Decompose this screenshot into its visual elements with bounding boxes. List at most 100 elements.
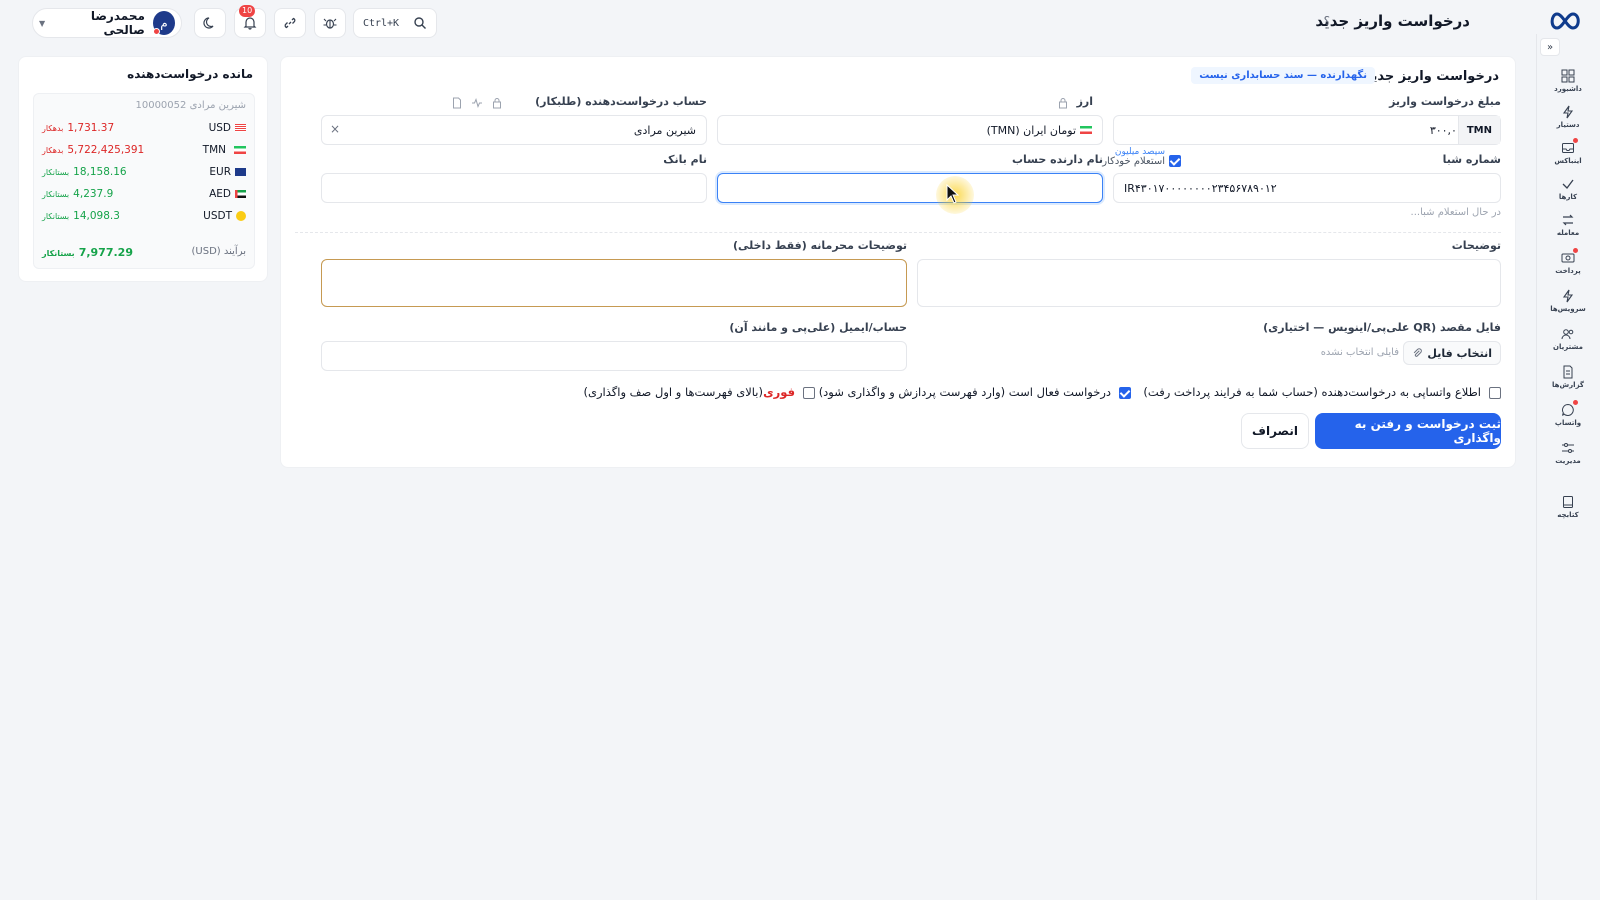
sidebar-item-tasks[interactable]: کارها xyxy=(1546,172,1590,206)
iban-label: شماره شبا xyxy=(1442,153,1501,166)
avatar: م xyxy=(152,11,175,35)
divider xyxy=(295,232,1501,233)
link-icon xyxy=(284,17,296,29)
bolt-icon xyxy=(1562,105,1574,119)
payment-icon xyxy=(1561,253,1575,263)
iban-input[interactable]: IR۴۳۰۱۷۰۰۰۰۰۰۰۰۲۳۴۵۶۷۸۹۰۱۲ xyxy=(1113,173,1501,203)
account-select[interactable]: شیرین مرادی × xyxy=(321,115,707,145)
alipay-label: حساب/ایمیل (علی‌پی و مانند آن) xyxy=(729,321,907,334)
active-request-checkbox[interactable] xyxy=(1119,387,1131,399)
notification-count: 10 xyxy=(239,5,256,17)
description-label: توضیحات xyxy=(1451,239,1501,252)
cancel-button[interactable]: انصراف xyxy=(1241,413,1309,449)
moon-icon xyxy=(203,17,214,29)
bolt-icon xyxy=(1562,289,1574,303)
balance-list: شیرین مرادی 10000052 USD 1,731.37 بدهکار … xyxy=(33,93,255,269)
submit-button[interactable]: ثبت درخواست و رفتن به واگذاری xyxy=(1315,413,1501,449)
urgent-label: فوری xyxy=(763,385,795,399)
balance-row: EUR 18,158.16 بستانکار xyxy=(42,164,246,182)
whatsapp-notify-label: اطلاع واتساپی به درخواست‌دهنده (حساب شما… xyxy=(1143,385,1481,399)
balance-row: TMN 5,722,425,391 بدهکار xyxy=(42,142,246,160)
whatsapp-notify-checkbox[interactable] xyxy=(1489,387,1501,399)
file-label: فایل مقصد (QR علی‌پی/اینویس — اختیاری) xyxy=(1263,321,1501,334)
coin-icon xyxy=(236,211,246,221)
mouse-cursor xyxy=(936,176,974,214)
check-icon xyxy=(1562,179,1574,189)
sidebar-item-admin[interactable]: مدیریت xyxy=(1546,436,1590,470)
user-menu[interactable]: م محمدرضا صالحی ▼ xyxy=(32,8,182,38)
clear-icon[interactable]: × xyxy=(330,122,340,136)
pointer-icon xyxy=(946,184,960,204)
account-label: حساب درخواست‌دهنده (طلبکار) xyxy=(535,95,707,108)
auto-inquiry-label: استعلام خودکار xyxy=(1102,156,1165,167)
holder-label: نام دارنده حساب xyxy=(1011,153,1103,166)
amount-label: مبلغ درخواست واریز xyxy=(1389,95,1501,108)
bug-icon xyxy=(323,18,337,29)
private-description-textarea[interactable] xyxy=(321,259,907,307)
book-icon xyxy=(1563,496,1573,508)
sliders-icon xyxy=(1562,443,1574,453)
balance-row: USDT 14,098.3 بستانکار xyxy=(42,208,246,226)
status-badge: نگهدارنده — سند حسابداری نیست xyxy=(1191,67,1375,84)
private-description-label: توضیحات محرمانه (فقط داخلی) xyxy=(733,239,907,252)
app-logo[interactable] xyxy=(1548,10,1582,32)
choose-file-button[interactable]: انتخاب فایل xyxy=(1403,341,1501,365)
us-flag-icon xyxy=(235,124,246,132)
sidebar-item-inbox[interactable]: اینباکس xyxy=(1546,136,1590,170)
sidebar-collapse-button[interactable]: « xyxy=(1540,38,1560,56)
amount-currency-tag: TMN xyxy=(1457,116,1500,144)
balance-row: USD 1,731.37 بدهکار xyxy=(42,120,246,138)
eu-flag-icon xyxy=(235,168,246,176)
sidebar-item-trade[interactable]: معامله xyxy=(1546,208,1590,242)
help-icon[interactable]: ؟ xyxy=(1324,14,1330,28)
swap-icon xyxy=(1562,214,1574,226)
bell-icon xyxy=(243,17,257,30)
document-icon[interactable] xyxy=(451,97,463,109)
description-textarea[interactable] xyxy=(917,259,1501,307)
amount-input[interactable]: ۳۰۰,۰۰۰,۰۰۰ TMN xyxy=(1113,115,1501,145)
search-button[interactable]: Ctrl+K xyxy=(353,8,437,38)
link-button[interactable] xyxy=(274,8,306,38)
iran-flag-icon xyxy=(234,146,246,154)
bank-label: نام بانک xyxy=(663,153,707,166)
iran-flag-icon xyxy=(1080,126,1092,134)
paperclip-icon xyxy=(1414,347,1423,357)
sidebar-item-reports[interactable]: گزارش‌ها xyxy=(1546,360,1590,394)
chevron-down-icon: ▼ xyxy=(39,18,46,28)
sidebar: « داشبورد دستیار اینباکس کارها معامله پر… xyxy=(1536,34,1600,900)
search-icon xyxy=(414,17,427,29)
debug-button[interactable] xyxy=(314,8,346,38)
page-title: درخواست واریز جدید xyxy=(1315,12,1470,30)
balance-row: AED 4,237.9 بستانکار xyxy=(42,186,246,204)
balance-panel: مانده درخواست‌دهنده شیرین مرادی 10000052… xyxy=(18,56,268,282)
lock-icon xyxy=(1057,97,1069,109)
bank-name-input[interactable] xyxy=(321,173,707,203)
balance-owner: شیرین مرادی 10000052 xyxy=(135,100,246,111)
search-shortcut: Ctrl+K xyxy=(362,17,400,29)
sidebar-item-customers[interactable]: مشتریان xyxy=(1546,322,1590,356)
auto-inquiry-checkbox[interactable] xyxy=(1169,155,1181,167)
file-status: فایلی انتخاب نشده xyxy=(1320,347,1399,358)
sidebar-item-services[interactable]: سرویس‌ها xyxy=(1546,284,1590,318)
account-holder-input[interactable] xyxy=(717,173,1103,203)
form-title: درخواست واریز جدید xyxy=(1365,69,1499,84)
sidebar-item-dashboard[interactable]: داشبورد xyxy=(1546,64,1590,98)
currency-select[interactable]: تومان ایران (TMN) xyxy=(717,115,1103,145)
sidebar-item-assistant[interactable]: دستیار xyxy=(1546,100,1590,134)
sidebar-item-payment[interactable]: پرداخت xyxy=(1546,246,1590,280)
sidebar-item-handbook[interactable]: کتابچه xyxy=(1546,490,1590,524)
uae-flag-icon xyxy=(235,190,246,198)
chat-icon xyxy=(1562,403,1574,416)
activity-icon[interactable] xyxy=(471,97,483,109)
report-icon xyxy=(1563,365,1573,379)
iban-inquiry-status: در حال استعلام شبا... xyxy=(1410,207,1501,218)
notifications-button[interactable]: 10 xyxy=(234,5,266,38)
users-icon xyxy=(1561,329,1574,340)
theme-toggle[interactable] xyxy=(194,8,226,38)
sidebar-item-whatsapp[interactable]: واتساپ xyxy=(1546,398,1590,432)
alipay-input[interactable] xyxy=(321,341,907,371)
lock-icon xyxy=(491,97,503,109)
urgent-checkbox[interactable] xyxy=(803,387,815,399)
inbox-icon xyxy=(1562,143,1574,153)
urgent-detail: (بالای فهرست‌ها و اول صف واگذاری) xyxy=(583,385,764,399)
